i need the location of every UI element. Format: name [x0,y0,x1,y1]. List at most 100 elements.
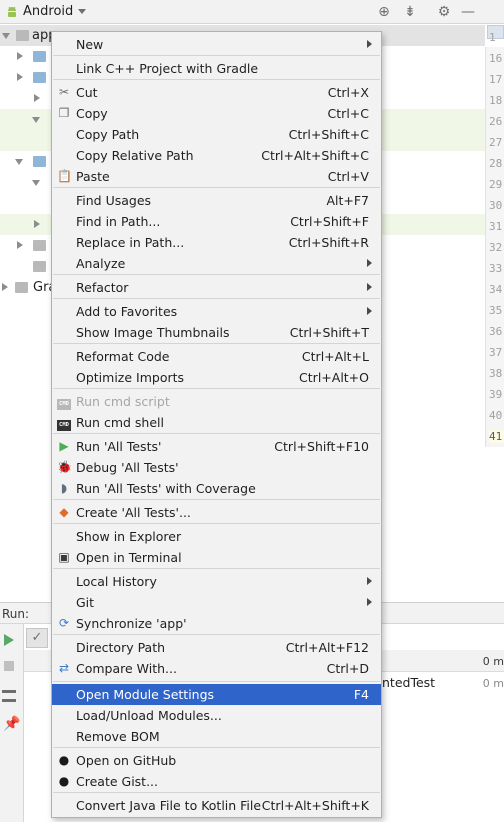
line-number: 41 [489,430,504,443]
menu-item-label: Convert Java File to Kotlin File [76,798,262,813]
target-icon[interactable]: ⊕ [376,4,392,20]
chevron-right-icon[interactable] [2,283,8,291]
debug-icon: 🐞 [57,460,72,474]
menu-item-show-image-thumbnails[interactable]: Show Image Thumbnails Ctrl+Shift+T [52,322,381,343]
menu-item-label: Load/Unload Modules... [76,708,222,723]
github-icon: ● [58,753,70,767]
layout-icon[interactable] [2,690,16,702]
menu-item-copy-relative-path[interactable]: Copy Relative Path Ctrl+Alt+Shift+C [52,145,381,166]
line-number: 32 [489,241,503,254]
menu-item-find-in-path[interactable]: Find in Path... Ctrl+Shift+F [52,211,381,232]
android-icon [8,6,16,17]
sync-icon: ⟳ [58,616,70,630]
menu-item-label: Show in Explorer [76,529,182,544]
menu-item-shortcut: Ctrl+Shift+C [288,127,369,142]
chevron-down-icon[interactable] [78,9,86,14]
menu-item-add-to-favorites[interactable]: Add to Favorites [52,301,381,322]
menu-item-directory-path[interactable]: Directory Path Ctrl+Alt+F12 [52,637,381,658]
menu-item-cut[interactable]: ✂ Cut Ctrl+X [52,82,381,103]
line-number: 37 [489,346,503,359]
menu-item-run-all-tests[interactable]: ▶ Run 'All Tests' Ctrl+Shift+F10 [52,436,381,457]
gear-icon[interactable]: ⚙ [436,4,452,20]
rerun-icon[interactable] [4,634,14,646]
menu-item-label: Run cmd shell [76,415,164,430]
menu-item-git[interactable]: Git [52,592,381,613]
menu-item-convert-java-file-to-kotlin-file[interactable]: Convert Java File to Kotlin File Ctrl+Alt… [52,795,381,816]
chevron-down-icon[interactable] [15,159,23,165]
menu-item-debug-all-tests[interactable]: 🐞 Debug 'All Tests' [52,457,381,478]
project-view-selector[interactable]: Android [23,4,73,19]
menu-separator [53,79,380,80]
menu-item-label: Find Usages [76,193,152,208]
menu-item-shortcut: Ctrl+Alt+O [299,370,369,385]
menu-item-label: Open on GitHub [76,753,177,768]
menu-separator [53,388,380,389]
line-number: 31 [489,220,503,233]
menu-item-label: Analyze [76,256,126,271]
menu-item-open-on-github[interactable]: ● Open on GitHub [52,750,381,771]
menu-item-run-cmd-shell[interactable]: CMD Run cmd shell [52,412,381,433]
chevron-down-icon[interactable] [2,33,10,39]
line-number: 30 [489,199,503,212]
menu-item-remove-bom[interactable]: Remove BOM [52,726,381,747]
menu-item-label: Link C++ Project with Gradle [76,61,259,76]
menu-item-show-in-explorer[interactable]: Show in Explorer [52,526,381,547]
hide-icon[interactable]: — [460,4,476,20]
chevron-right-icon[interactable] [34,220,40,228]
menu-separator [53,568,380,569]
chevron-right-icon[interactable] [34,94,40,102]
create-config-icon: ◆ [59,505,69,519]
menu-item-label: Show Image Thumbnails [76,325,230,340]
collapse-icon[interactable]: ⇟ [402,4,418,20]
menu-item-label: Cut [76,85,98,100]
menu-item-analyze[interactable]: Analyze [52,253,381,274]
menu-separator [53,747,380,748]
module-folder-icon [16,30,29,41]
duration-header: 0 m [482,655,504,668]
chevron-down-icon[interactable] [32,180,40,186]
submenu-arrow-icon [367,283,372,291]
scissors-icon: ✂ [58,85,70,99]
menu-item-copy-path[interactable]: Copy Path Ctrl+Shift+C [52,124,381,145]
menu-item-find-usages[interactable]: Find Usages Alt+F7 [52,190,381,211]
menu-item-shortcut: Ctrl+Alt+L [301,349,369,364]
menu-item-optimize-imports[interactable]: Optimize Imports Ctrl+Alt+O [52,367,381,388]
chevron-right-icon[interactable] [17,52,23,60]
menu-item-create-gist[interactable]: ● Create Gist... [52,771,381,792]
menu-item-local-history[interactable]: Local History [52,571,381,592]
menu-item-compare-with[interactable]: ⇄ Compare With... Ctrl+D [52,658,381,679]
pin-icon[interactable]: 📌 [3,716,20,732]
menu-item-replace-in-path[interactable]: Replace in Path... Ctrl+Shift+R [52,232,381,253]
menu-item-copy[interactable]: ❐ Copy Ctrl+C [52,103,381,124]
menu-item-label: Debug 'All Tests' [76,460,179,475]
menu-item-create-all-tests[interactable]: ◆ Create 'All Tests'... [52,502,381,523]
menu-separator [53,343,380,344]
menu-item-refactor[interactable]: Refactor [52,277,381,298]
menu-item-new[interactable]: New [52,34,381,55]
menu-item-run-all-tests-with-coverage[interactable]: ◗ Run 'All Tests' with Coverage [52,478,381,499]
stop-icon[interactable] [4,661,14,671]
folder-icon [33,156,46,167]
line-number: 29 [489,178,503,191]
menu-item-load-unload-modules[interactable]: Load/Unload Modules... [52,705,381,726]
menu-item-paste[interactable]: 📋 Paste Ctrl+V [52,166,381,187]
menu-item-label: Run cmd script [76,394,170,409]
menu-separator [53,298,380,299]
menu-separator [53,681,380,682]
menu-item-link-c-project-with-gradle[interactable]: Link C++ Project with Gradle [52,58,381,79]
chevron-right-icon[interactable] [17,241,23,249]
cmd-icon: CMD [57,394,71,410]
menu-item-shortcut: Ctrl+D [326,661,369,676]
menu-item-reformat-code[interactable]: Reformat Code Ctrl+Alt+L [52,346,381,367]
chevron-right-icon[interactable] [17,73,23,81]
chevron-down-icon[interactable] [32,117,40,123]
menu-separator [53,187,380,188]
menu-item-synchronize-app[interactable]: ⟳ Synchronize 'app' [52,613,381,634]
menu-item-label: Remove BOM [76,729,160,744]
show-passed-toggle[interactable]: ✓ [26,628,48,648]
menu-item-open-in-terminal[interactable]: ▣ Open in Terminal [52,547,381,568]
project-toolbar: Android ⊕ ⇟ ⚙ — [0,0,504,39]
compare-icon: ⇄ [58,661,70,675]
line-number: 35 [489,304,503,317]
menu-item-open-module-settings[interactable]: Open Module Settings F4 [52,684,381,705]
